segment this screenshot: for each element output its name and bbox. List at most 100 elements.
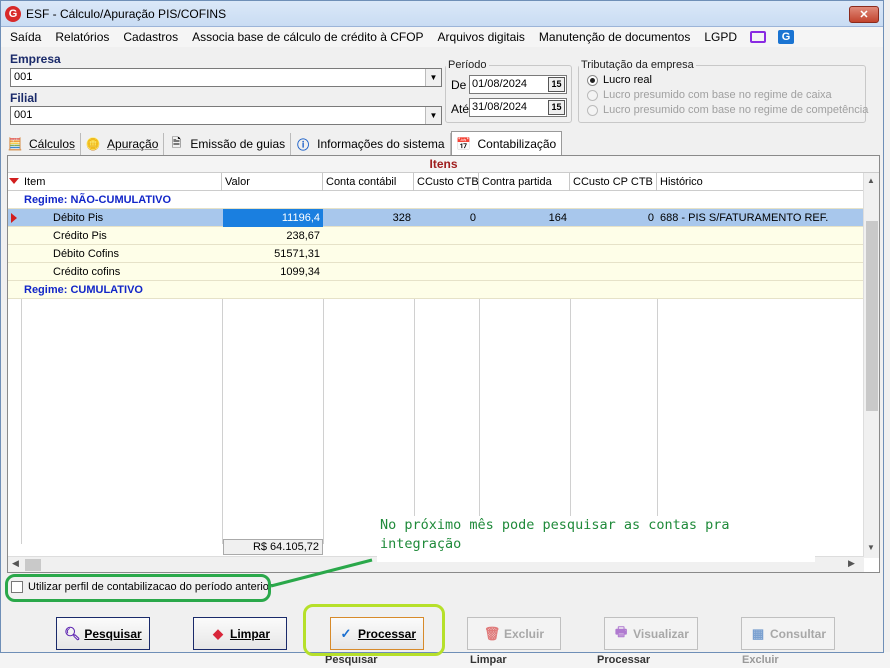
cell-ccustocp[interactable]: 0 (571, 209, 657, 227)
tab-apuracao-label: Apuração (107, 137, 159, 151)
tab-calculos-label: Cálculos (29, 137, 76, 151)
menu-lgpd[interactable]: LGPD (697, 30, 744, 44)
vertical-scrollbar[interactable]: ▲ ▼ (863, 173, 879, 558)
menu-saida[interactable]: Saída (3, 30, 48, 44)
consultar-button[interactable]: ▦ Consultar (741, 617, 835, 650)
menu-bar: Saída Relatórios Cadastros Associa base … (1, 27, 883, 47)
scroll-down-icon[interactable]: ▼ (867, 543, 875, 552)
table-row[interactable]: Crédito Pis 238,67 (8, 227, 864, 245)
limpar-button[interactable]: ◆ Limpar (193, 617, 287, 650)
menu-relatorios[interactable]: Relatórios (48, 30, 116, 44)
calculator-icon: 🧮 (7, 137, 23, 151)
menu-arquivos-digitais[interactable]: Arquivos digitais (431, 30, 532, 44)
date-from-value: 01/08/2024 (472, 78, 528, 90)
chevron-down-icon[interactable]: ▼ (425, 69, 441, 86)
radio-selected-icon[interactable] (587, 74, 598, 86)
radio-icon (587, 104, 598, 116)
eraser-icon: ◆ (212, 625, 223, 641)
col-historico[interactable]: Histórico (657, 173, 864, 191)
cell-valor[interactable]: 238,67 (223, 227, 323, 245)
tab-emissao-guias-label: Emissão de guias (190, 137, 286, 151)
table-row[interactable]: Débito Cofins 51571,31 (8, 245, 864, 263)
document-icon: 🗎 (171, 135, 182, 150)
cell-item: Crédito Pis (53, 230, 107, 242)
radio-presumido-caixa: Lucro presumido com base no regime de ca… (587, 89, 832, 101)
annotation-line-2: integração (380, 536, 462, 552)
date-from-field[interactable]: 01/08/2024 15 (469, 75, 567, 94)
tab-calculos[interactable]: 🧮 Cálculos (3, 133, 82, 155)
calendar-icon[interactable]: 15 (548, 77, 565, 92)
scroll-right-icon[interactable]: ▶ (848, 558, 855, 569)
tab-emissao-guias[interactable]: 🗎 Emissão de guias (164, 133, 292, 155)
calendar-icon[interactable]: 15 (548, 100, 565, 115)
scroll-up-icon[interactable]: ▲ (867, 176, 875, 185)
cell-historico[interactable]: 688 - PIS S/FATURAMENTO REF. (660, 209, 864, 227)
calendar-check-icon: 📅 (456, 136, 471, 151)
filial-combo[interactable]: 001 ▼ (10, 106, 442, 125)
table-search-icon: ▦ (751, 625, 765, 641)
cell-valor[interactable]: 11196,4 (223, 209, 323, 227)
col-conta-contabil[interactable]: Conta contábil (323, 173, 414, 191)
close-button[interactable]: ✕ (849, 6, 879, 23)
sort-indicator-icon[interactable] (9, 178, 19, 184)
pesquisar-label: Pesquisar (84, 626, 142, 641)
coins-icon: 🪙 (85, 137, 101, 151)
tributacao-label: Tributação da empresa (581, 59, 694, 71)
periodo-label: Período (448, 59, 487, 71)
col-valor[interactable]: Valor (222, 173, 323, 191)
menu-associa-base[interactable]: Associa base de cálculo de crédito à CFO… (185, 30, 430, 44)
tab-contabilizacao-label: Contabilização (477, 136, 557, 151)
radio-presumido-competencia: Lucro presumido com base no regime de co… (587, 104, 868, 116)
scroll-thumb[interactable] (25, 559, 41, 571)
empresa-label: Empresa (10, 52, 61, 66)
radio-presumido-caixa-label: Lucro presumido com base no regime de ca… (603, 89, 832, 101)
grid-header: Item Valor Conta contábil CCusto CTB Con… (8, 173, 864, 191)
app-logo-icon: G (5, 5, 21, 22)
col-contra-partida[interactable]: Contra partida (479, 173, 570, 191)
tab-apuracao[interactable]: 🪙 Apuração (81, 133, 165, 155)
annotation-processar-highlight (303, 604, 445, 656)
g-app-icon[interactable]: G (778, 30, 795, 44)
table-row[interactable]: Regime: NÃO-CUMULATIVO (8, 191, 864, 209)
chevron-down-icon[interactable]: ▼ (425, 107, 441, 124)
de-label: De (451, 78, 467, 92)
search-icon: 🔍︎ (64, 625, 81, 641)
monitor-icon[interactable] (750, 31, 767, 43)
visualizar-label: Visualizar (633, 626, 689, 641)
col-ccusto-cp-ctb[interactable]: CCusto CP CTB (570, 173, 657, 191)
date-to-field[interactable]: 31/08/2024 15 (469, 98, 567, 117)
menu-cadastros[interactable]: Cadastros (116, 30, 185, 44)
ate-label: Até (451, 102, 470, 116)
items-grid: Itens Item Valor Conta contábil CCusto C… (7, 155, 880, 573)
cell-conta[interactable]: 328 (324, 209, 414, 227)
empresa-combo[interactable]: 001 ▼ (10, 68, 442, 87)
col-ccusto-ctb[interactable]: CCusto CTB (414, 173, 479, 191)
excluir-button[interactable]: 🗑︎ Excluir (467, 617, 561, 650)
row-group-label: Regime: NÃO-CUMULATIVO (24, 194, 172, 206)
limpar-label: Limpar (229, 626, 270, 641)
tab-contabilizacao[interactable]: 📅 Contabilização (450, 131, 563, 155)
table-row[interactable]: Crédito cofins 1099,34 (8, 263, 864, 281)
col-item[interactable]: Item (21, 173, 222, 191)
radio-lucro-real-label: Lucro real (603, 74, 652, 86)
excluir-label: Excluir (503, 626, 545, 641)
cell-ccusto[interactable]: 0 (415, 209, 479, 227)
radio-presumido-competencia-label: Lucro presumido com base no regime de co… (603, 104, 869, 116)
visualizar-button[interactable]: 🖶 Visualizar (604, 617, 698, 650)
pesquisar-button[interactable]: 🔍︎ Pesquisar (56, 617, 150, 650)
cell-valor[interactable]: 51571,31 (223, 245, 323, 263)
scroll-thumb[interactable] (866, 221, 878, 411)
ghost-limpar: Limpar (470, 654, 507, 666)
scroll-left-icon[interactable]: ◀ (12, 558, 19, 569)
table-row[interactable]: Débito Pis 11196,4 328 0 164 0 688 - PIS… (8, 209, 864, 227)
tab-informacoes-sistema-label: Informações do sistema (317, 137, 445, 151)
cell-contra[interactable]: 164 (480, 209, 570, 227)
table-row[interactable]: Regime: CUMULATIVO (8, 281, 864, 299)
annotation-checkbox-highlight (5, 574, 271, 602)
radio-lucro-real[interactable]: Lucro real (587, 74, 652, 86)
filial-label: Filial (10, 91, 38, 105)
tab-informacoes-sistema[interactable]: ⓘ Informações do sistema (291, 133, 451, 155)
radio-icon (587, 89, 598, 101)
cell-valor[interactable]: 1099,34 (223, 263, 323, 281)
menu-manutencao-documentos[interactable]: Manutenção de documentos (532, 30, 697, 44)
